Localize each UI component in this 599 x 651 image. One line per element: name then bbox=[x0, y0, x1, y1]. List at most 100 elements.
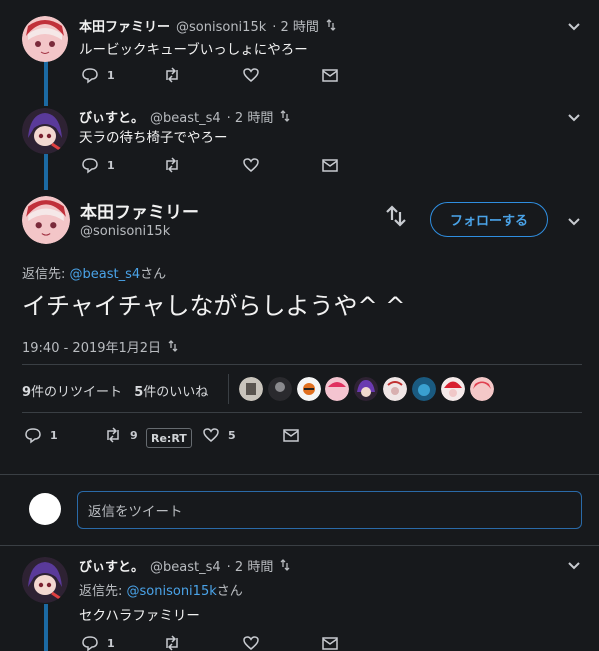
heart-icon bbox=[203, 428, 219, 442]
likes-number: 5 bbox=[134, 385, 144, 400]
display-name[interactable]: 本田ファミリー bbox=[80, 198, 199, 223]
like-button[interactable] bbox=[242, 66, 260, 84]
retweet-button[interactable] bbox=[163, 634, 181, 651]
chevron-down-icon[interactable] bbox=[566, 213, 582, 229]
divider bbox=[0, 545, 599, 546]
reply-button[interactable]: 1 bbox=[81, 634, 115, 651]
likes-stat[interactable]: 5件のいいね bbox=[134, 385, 208, 400]
reply-to-suffix: さん bbox=[216, 584, 243, 599]
retweet-via-icon bbox=[279, 556, 291, 575]
retweet-icon bbox=[166, 157, 178, 173]
heart-icon bbox=[243, 636, 259, 650]
reply-button[interactable]: 1 bbox=[81, 156, 115, 174]
reply-to-prefix: 返信先: bbox=[79, 584, 127, 599]
dm-button[interactable] bbox=[321, 66, 339, 84]
display-name[interactable]: びぃすと。 bbox=[79, 556, 144, 575]
liker-avatar[interactable] bbox=[354, 377, 378, 401]
divider bbox=[22, 412, 582, 413]
divider bbox=[22, 364, 582, 365]
like-button[interactable]: 5 bbox=[202, 426, 236, 444]
retweets-label: 件のリツイート bbox=[31, 385, 123, 400]
retweet-via-icon bbox=[167, 337, 179, 356]
retweet-button[interactable] bbox=[163, 66, 181, 84]
reply-icon bbox=[25, 428, 41, 444]
chevron-down-icon[interactable] bbox=[566, 557, 582, 573]
retweet-via-icon bbox=[386, 205, 406, 227]
timestamp[interactable]: · 2 時間 bbox=[227, 107, 274, 126]
tweet-text: セクハラファミリー bbox=[79, 608, 200, 624]
liker-avatar[interactable] bbox=[383, 377, 407, 401]
thread-line bbox=[44, 154, 48, 190]
tweet-text: 天ラの待ち椅子でやろー bbox=[79, 130, 228, 146]
divider bbox=[0, 474, 599, 475]
heart-icon bbox=[243, 158, 259, 172]
dm-button[interactable] bbox=[282, 426, 300, 444]
reply-count: 1 bbox=[107, 68, 115, 82]
liker-avatar[interactable] bbox=[268, 377, 292, 401]
user-handle[interactable]: @beast_s4 bbox=[150, 560, 221, 575]
envelope-icon bbox=[283, 429, 299, 442]
reply-to-handle-link[interactable]: @sonisoni15k bbox=[127, 584, 217, 599]
reply-to-handle-link[interactable]: @beast_s4 bbox=[70, 267, 141, 282]
reply-count: 1 bbox=[107, 158, 115, 172]
likers-divider bbox=[228, 374, 229, 404]
chevron-down-icon[interactable] bbox=[566, 18, 582, 34]
reply-button[interactable]: 1 bbox=[81, 66, 115, 84]
dm-button[interactable] bbox=[321, 634, 339, 651]
retweet-icon bbox=[166, 67, 178, 83]
dm-button[interactable] bbox=[321, 156, 339, 174]
like-button[interactable] bbox=[242, 156, 260, 174]
retweet-button[interactable]: 9 bbox=[104, 426, 138, 444]
thread-line bbox=[44, 60, 48, 106]
user-handle[interactable]: @beast_s4 bbox=[150, 111, 221, 126]
reply-icon bbox=[82, 68, 98, 84]
avatar[interactable] bbox=[22, 196, 70, 244]
reply-icon bbox=[82, 158, 98, 174]
timestamp[interactable]: · 2 時間 bbox=[227, 556, 274, 575]
retweets-number: 9 bbox=[22, 385, 32, 400]
thread-line bbox=[44, 604, 48, 651]
engagement-stats: 9件のリツイート 5件のいいね bbox=[22, 381, 208, 400]
display-name[interactable]: びぃすと。 bbox=[79, 107, 144, 126]
liker-avatar[interactable] bbox=[441, 377, 465, 401]
my-avatar[interactable] bbox=[29, 493, 61, 525]
retweet-via-icon bbox=[325, 16, 337, 35]
reply-to-suffix: さん bbox=[140, 267, 167, 282]
liker-avatar[interactable] bbox=[239, 377, 263, 401]
rert-button[interactable]: Re:RT bbox=[146, 428, 192, 448]
liker-avatar[interactable] bbox=[412, 377, 436, 401]
retweet-icon bbox=[107, 427, 119, 443]
reply-to-line: 返信先: @beast_s4さん bbox=[22, 263, 166, 282]
retweet-button[interactable] bbox=[163, 156, 181, 174]
follow-button[interactable]: フォローする bbox=[430, 202, 548, 237]
reply-input[interactable]: 返信をツイート bbox=[77, 491, 582, 529]
reply-button[interactable]: 1 bbox=[24, 426, 58, 444]
user-handle[interactable]: @sonisoni15k bbox=[176, 20, 266, 35]
timestamp[interactable]: · 2 時間 bbox=[272, 16, 319, 35]
tweet-text: イチャイチャしながらしようや^ ^ bbox=[22, 292, 406, 320]
timestamp[interactable]: 19:40 - 2019年1月2日 bbox=[22, 337, 161, 356]
heart-icon bbox=[243, 68, 259, 82]
like-button[interactable] bbox=[242, 634, 260, 651]
display-name[interactable]: 本田ファミリー bbox=[79, 16, 170, 35]
likes-label: 件のいいね bbox=[143, 385, 209, 400]
envelope-icon bbox=[322, 159, 338, 172]
reply-to-line: 返信先: @sonisoni15kさん bbox=[79, 580, 243, 599]
reply-count: 1 bbox=[107, 636, 115, 650]
retweet-icon bbox=[166, 635, 178, 651]
retweets-stat[interactable]: 9件のリツイート bbox=[22, 385, 122, 400]
chevron-down-icon[interactable] bbox=[566, 109, 582, 125]
user-handle[interactable]: @sonisoni15k bbox=[80, 224, 170, 239]
liker-avatar[interactable] bbox=[470, 377, 494, 401]
reply-icon bbox=[82, 636, 98, 651]
avatar[interactable] bbox=[22, 557, 68, 603]
retweet-count: 9 bbox=[130, 428, 138, 442]
liker-avatar[interactable] bbox=[325, 377, 349, 401]
envelope-icon bbox=[322, 69, 338, 82]
reply-to-prefix: 返信先: bbox=[22, 267, 70, 282]
avatar[interactable] bbox=[22, 108, 68, 154]
envelope-icon bbox=[322, 637, 338, 650]
tweet-text: ルービックキューブいっしょにやろー bbox=[79, 42, 308, 58]
liker-avatar[interactable] bbox=[297, 377, 321, 401]
avatar[interactable] bbox=[22, 16, 68, 62]
